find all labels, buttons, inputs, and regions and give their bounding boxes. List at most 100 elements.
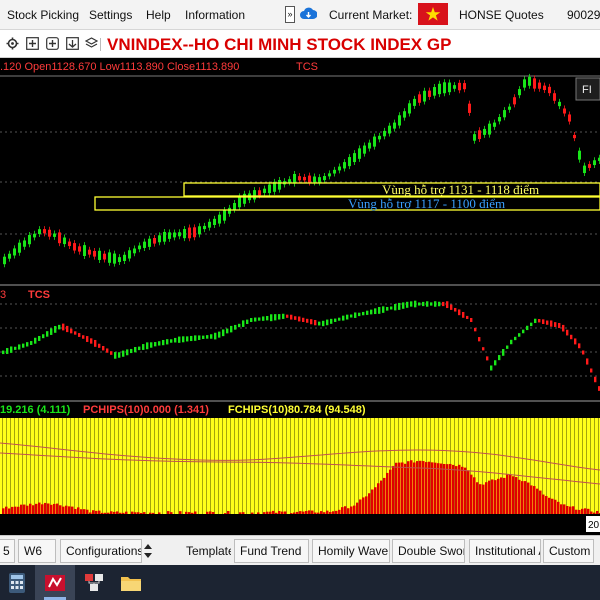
chart-area[interactable]: Vùng hỗ trợ 1131 - 1118 điểm Vùng hỗ trợ… xyxy=(0,58,600,535)
indicator-bar xyxy=(470,318,473,322)
save-icon[interactable] xyxy=(66,37,79,50)
tab-custom[interactable]: Custom xyxy=(543,539,594,563)
chips-red-bar xyxy=(14,506,17,514)
chips-red-bar xyxy=(206,511,209,514)
chips-stripe xyxy=(590,418,591,514)
chips-red-bar xyxy=(344,506,347,514)
indicator-bar xyxy=(234,324,237,330)
chips-stripe xyxy=(182,418,183,514)
indicator-bar xyxy=(406,301,409,308)
chips-red-bar xyxy=(8,508,11,514)
tab-double-sword[interactable]: Double Swor xyxy=(392,539,465,563)
chips-stripe xyxy=(258,418,259,514)
price-candle xyxy=(593,160,596,166)
indicator-bar xyxy=(442,301,445,307)
menu-expand-button[interactable]: » xyxy=(285,6,295,23)
chips-stripe xyxy=(214,418,215,514)
chips-stripe xyxy=(58,418,59,514)
price-candle xyxy=(218,214,221,224)
indicator-bar xyxy=(426,301,429,307)
vietnam-flag-icon[interactable] xyxy=(418,3,448,25)
chips-red-bar xyxy=(500,477,503,514)
menu-bar: Stock Picking Settings Help Information … xyxy=(0,0,600,30)
indicator-bar xyxy=(134,346,137,353)
indicator-bar xyxy=(546,320,549,325)
chips-red-bar xyxy=(50,504,53,514)
tab-fund-trend[interactable]: Fund Trend xyxy=(234,539,309,563)
menu-help[interactable]: Help xyxy=(146,8,171,22)
indicator-bar xyxy=(162,339,165,346)
network-app-icon[interactable] xyxy=(80,569,108,597)
price-candle xyxy=(568,114,571,122)
add-square-icon[interactable] xyxy=(46,37,59,50)
chips-red-bar xyxy=(95,510,98,514)
tab-configurations[interactable]: Configurations xyxy=(60,539,142,563)
settings-icon[interactable] xyxy=(6,37,19,50)
file-explorer-icon[interactable] xyxy=(117,569,145,597)
price-candle xyxy=(148,238,151,247)
indicator-bar xyxy=(166,339,169,345)
tab-institutional[interactable]: Institutional A xyxy=(469,539,541,563)
chips-stripe xyxy=(14,418,15,514)
chips-stripe xyxy=(238,418,239,514)
price-candle xyxy=(223,209,226,221)
indicator-bar xyxy=(542,319,545,325)
calculator-icon[interactable] xyxy=(4,569,32,597)
indicator-bar xyxy=(278,314,281,320)
indicator-bar xyxy=(170,339,173,343)
tab-w6[interactable]: W6 xyxy=(18,539,56,563)
chips-red-bar xyxy=(299,511,302,514)
chips-stripe xyxy=(198,418,199,514)
indicator-bar xyxy=(274,314,277,321)
chips-red-bar xyxy=(263,512,266,514)
market-name[interactable]: HONSE Quotes xyxy=(459,8,544,22)
chips-red-bar xyxy=(20,504,23,514)
menu-information[interactable]: Information xyxy=(185,8,245,22)
chips-red-bar xyxy=(59,505,62,514)
chips-stripe xyxy=(282,418,283,514)
indicator-bar xyxy=(554,322,557,327)
indicator-bar xyxy=(94,339,97,347)
price-candle xyxy=(133,248,136,254)
chips-stripe xyxy=(142,418,143,514)
indicator-bar xyxy=(14,346,17,350)
tab-5[interactable]: 5 xyxy=(0,539,15,563)
indicator-bar xyxy=(270,314,273,322)
price-candle xyxy=(343,162,346,169)
indicator-bar xyxy=(254,317,257,322)
chips-stripe xyxy=(30,418,31,514)
chips-stripe xyxy=(222,418,223,514)
chips-red-bar xyxy=(386,472,389,514)
chips-red-bar xyxy=(11,506,14,514)
chips-stripe xyxy=(558,418,559,514)
price-candle xyxy=(303,176,306,181)
price-candle xyxy=(348,157,351,167)
chips-red-bar xyxy=(521,481,524,514)
tab-template[interactable]: Template xyxy=(180,539,232,563)
stock-chart[interactable]: Vùng hỗ trợ 1131 - 1118 điểm Vùng hỗ trợ… xyxy=(0,58,600,535)
chips-stripe xyxy=(318,418,319,514)
configurations-spinner-icon[interactable] xyxy=(143,540,153,562)
price-candle xyxy=(3,256,6,265)
chips-axis-strip xyxy=(0,514,600,535)
chips-red-bar xyxy=(242,512,245,514)
menu-stock-picking[interactable]: Stock Picking xyxy=(7,8,79,22)
stock-app-icon[interactable] xyxy=(41,569,69,597)
chips-red-bar xyxy=(530,485,533,514)
chips-red-bar xyxy=(179,511,182,514)
price-candle xyxy=(398,115,401,126)
cloud-download-icon[interactable] xyxy=(300,7,318,21)
tab-homily-wave[interactable]: Homily Wave xyxy=(312,539,390,563)
chips-red-bar xyxy=(44,502,47,514)
price-candle xyxy=(178,232,181,237)
chips-red-bar xyxy=(341,507,344,514)
chips-stripe xyxy=(334,418,335,514)
layers-icon[interactable] xyxy=(85,37,98,50)
indicator-bar xyxy=(158,341,161,346)
chips-red-bar xyxy=(167,511,170,514)
price-candle xyxy=(298,176,301,181)
indicator-bar xyxy=(34,337,37,344)
menu-settings[interactable]: Settings xyxy=(89,8,132,22)
indicator-bar xyxy=(570,334,573,340)
add-icon[interactable] xyxy=(26,37,39,50)
